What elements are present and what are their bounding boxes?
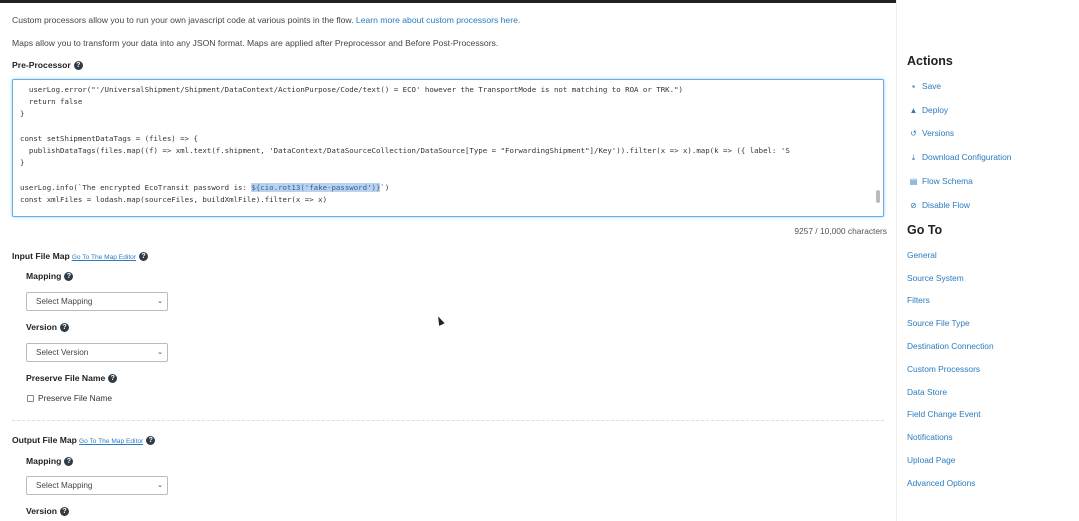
- select-value: Select Mapping: [36, 297, 93, 306]
- code-line: const xmlFiles = lodash.map(sourceFiles,…: [20, 194, 328, 204]
- action-label: Save: [922, 81, 942, 91]
- preserve-file-name-heading: Preserve File Name?: [26, 373, 118, 384]
- action-label: Versions: [922, 128, 955, 138]
- deploy-action[interactable]: ▲ Deploy: [909, 105, 949, 115]
- intro-maps: Maps allow you to transform your data in…: [12, 38, 499, 48]
- download-configuration-action[interactable]: ⤓ Download Configuration: [909, 152, 1012, 163]
- chevron-down-icon: ⌄: [157, 349, 163, 356]
- code-content[interactable]: userLog.error("'/UniversalShipment/Shipm…: [20, 84, 790, 206]
- warning-icon: ▲: [909, 106, 918, 115]
- help-icon[interactable]: ?: [146, 436, 156, 446]
- help-icon[interactable]: ?: [64, 457, 74, 467]
- help-icon[interactable]: ?: [60, 323, 70, 333]
- code-line: userLog.info(`The encrypted EcoTransit p…: [20, 182, 790, 194]
- output-version-heading: Version?: [26, 506, 70, 517]
- preprocessor-label: Pre-Processor: [12, 60, 71, 70]
- output-file-map-heading: Output File Map Go To The Map Editor?: [12, 435, 156, 446]
- select-value: Select Mapping: [36, 481, 93, 490]
- input-mapping-select[interactable]: Select Mapping ⌄: [26, 292, 168, 311]
- help-icon[interactable]: ?: [73, 61, 83, 71]
- mapping-label: Mapping: [26, 456, 62, 466]
- preserve-file-name-checkbox[interactable]: [27, 395, 34, 402]
- code-line: }: [20, 158, 25, 168]
- version-label: Version: [26, 506, 58, 516]
- help-icon[interactable]: ?: [64, 272, 74, 282]
- main-content: Custom processors allow you to run your …: [0, 0, 896, 521]
- goto-upload-page[interactable]: Upload Page: [907, 455, 955, 465]
- output-mapping-select[interactable]: Select Mapping ⌄: [26, 476, 168, 495]
- history-icon: ↺: [910, 129, 917, 138]
- action-label: Flow Schema: [922, 176, 973, 186]
- input-file-map-heading: Input File Map Go To The Map Editor?: [12, 251, 149, 262]
- goto-filters[interactable]: Filters: [907, 295, 930, 305]
- input-version-select[interactable]: Select Version ⌄: [26, 343, 168, 362]
- flow-schema-action[interactable]: ▤ Flow Schema: [909, 176, 973, 186]
- version-label: Version: [26, 322, 58, 332]
- disable-icon: ⊘: [910, 201, 917, 210]
- goto-source-file-type[interactable]: Source File Type: [907, 318, 970, 328]
- save-icon: ▪: [912, 82, 915, 91]
- action-label: Download Configuration: [922, 152, 1012, 162]
- output-map-editor-link[interactable]: Go To The Map Editor: [79, 438, 143, 445]
- preprocessor-code-editor[interactable]: userLog.error("'/UniversalShipment/Shipm…: [12, 79, 884, 217]
- goto-general[interactable]: General: [907, 250, 937, 260]
- help-icon[interactable]: ?: [139, 252, 149, 262]
- input-map-editor-link[interactable]: Go To The Map Editor: [72, 254, 136, 261]
- goto-field-change-event[interactable]: Field Change Event: [907, 409, 981, 419]
- sidebar: Actions ▪ Save ▲ Deploy ↺ Versions ⤓ Downloa…: [896, 0, 1079, 521]
- code-text: `): [380, 182, 390, 192]
- help-icon[interactable]: ?: [60, 507, 70, 517]
- intro-text: Custom processors allow you to run your …: [12, 15, 354, 25]
- section-divider: [12, 420, 884, 421]
- input-version-heading: Version?: [26, 322, 70, 333]
- output-file-map-label: Output File Map: [12, 435, 77, 445]
- goto-source-system[interactable]: Source System: [907, 273, 964, 283]
- goto-notifications[interactable]: Notifications: [907, 432, 953, 442]
- learn-more-link[interactable]: Learn more about custom processors here.: [356, 15, 520, 25]
- code-line: userLog.error("'/UniversalShipment/Shipm…: [20, 85, 683, 94]
- download-icon: ⤓: [911, 153, 916, 162]
- help-icon[interactable]: ?: [108, 374, 118, 384]
- character-count: 9257 / 10,000 characters: [794, 226, 887, 236]
- save-action[interactable]: ▪ Save: [909, 81, 941, 91]
- goto-title: Go To: [907, 223, 943, 237]
- preserve-file-name-checkbox-label[interactable]: Preserve File Name: [38, 393, 112, 403]
- goto-custom-processors[interactable]: Custom Processors: [907, 364, 980, 374]
- preprocessor-heading: Pre-Processor?: [12, 60, 83, 71]
- code-text: userLog.info(`The encrypted EcoTransit p…: [20, 182, 252, 192]
- action-label: Disable Flow: [922, 200, 970, 210]
- chevron-down-icon: ⌄: [157, 482, 163, 489]
- action-label: Deploy: [922, 105, 949, 115]
- disable-flow-action[interactable]: ⊘ Disable Flow: [909, 200, 970, 210]
- code-line: }: [20, 109, 25, 119]
- goto-data-store[interactable]: Data Store: [907, 387, 947, 397]
- code-line: publishDataTags(files.map((f) => xml.tex…: [20, 146, 790, 156]
- goto-advanced-options[interactable]: Advanced Options: [907, 478, 975, 488]
- intro-custom-processors: Custom processors allow you to run your …: [12, 15, 520, 25]
- mapping-label: Mapping: [26, 271, 62, 281]
- file-icon: ▤: [909, 177, 918, 186]
- selected-text: ${cio.rot13('fake-password')}: [251, 182, 381, 192]
- goto-destination-connection[interactable]: Destination Connection: [907, 341, 994, 351]
- input-mapping-heading: Mapping?: [26, 271, 74, 282]
- preserve-file-name-label: Preserve File Name: [26, 373, 106, 383]
- select-value: Select Version: [36, 348, 89, 357]
- output-mapping-heading: Mapping?: [26, 456, 74, 467]
- versions-action[interactable]: ↺ Versions: [909, 128, 954, 138]
- code-line: return false: [20, 97, 83, 107]
- editor-scrollbar[interactable]: [876, 190, 880, 203]
- input-file-map-label: Input File Map: [12, 251, 70, 261]
- mouse-cursor-icon: [435, 315, 445, 326]
- code-line: const setShipmentDataTags = (files) => {: [20, 133, 198, 143]
- chevron-down-icon: ⌄: [157, 298, 163, 305]
- actions-title: Actions: [907, 54, 953, 68]
